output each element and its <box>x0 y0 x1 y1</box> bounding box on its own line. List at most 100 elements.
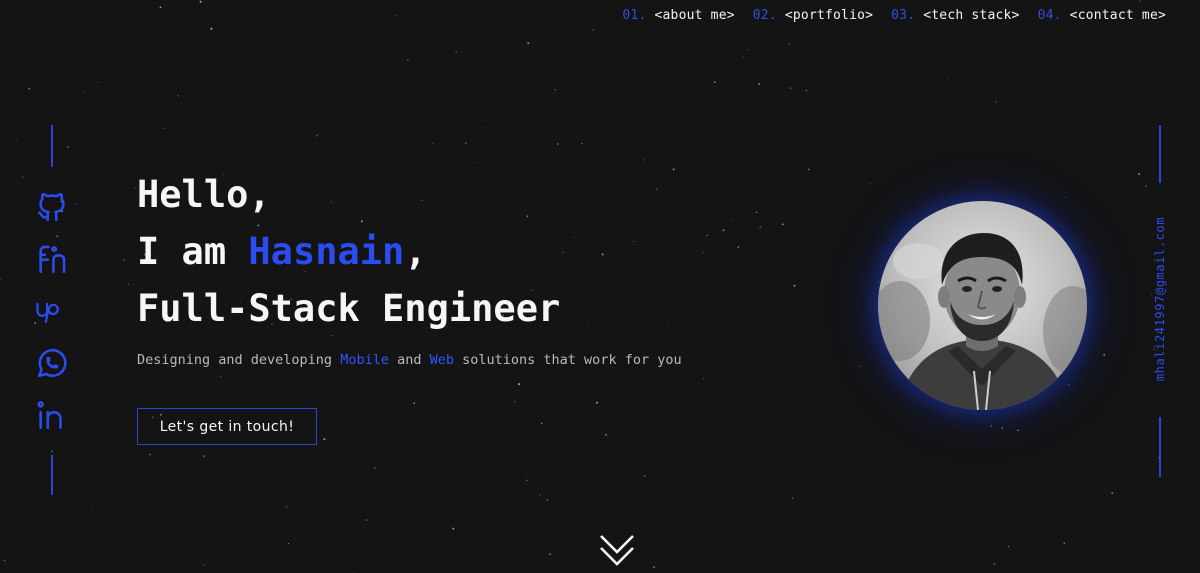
star <box>653 566 655 569</box>
star <box>541 422 543 425</box>
star <box>1111 492 1114 494</box>
star <box>791 497 793 499</box>
star <box>22 176 24 179</box>
star <box>755 211 758 214</box>
star <box>592 29 594 31</box>
intro-prefix: I am <box>137 230 249 273</box>
star <box>1065 196 1067 198</box>
star <box>1017 429 1019 432</box>
star <box>431 143 433 145</box>
nav-item-portfolio[interactable]: 02. <portfolio> <box>753 8 873 23</box>
upwork-icon[interactable] <box>34 293 70 329</box>
star <box>527 42 530 45</box>
star <box>199 0 202 3</box>
star <box>365 519 368 521</box>
tagline-text: solutions that work for you <box>454 352 682 368</box>
divider-line <box>51 125 53 167</box>
star <box>374 467 376 469</box>
star <box>1139 0 1141 2</box>
hero-intro: I am Hasnain, <box>137 223 682 280</box>
star <box>122 258 125 261</box>
star <box>781 223 784 226</box>
star <box>517 383 521 386</box>
star <box>722 229 725 232</box>
star <box>554 88 557 91</box>
star <box>162 127 164 130</box>
nav-label: <portfolio> <box>784 8 874 23</box>
star <box>476 162 478 164</box>
star <box>702 377 705 380</box>
star <box>784 3 786 5</box>
email-sidebar: mhali241997@gmail.com <box>1148 125 1172 477</box>
nav-item-about[interactable]: 01. <about me> <box>622 8 734 23</box>
star <box>525 479 528 482</box>
star <box>539 494 541 496</box>
star <box>203 564 206 566</box>
star <box>748 48 750 51</box>
star <box>1001 427 1004 429</box>
intro-suffix: , <box>404 230 427 273</box>
star <box>1103 353 1106 356</box>
star <box>1161 511 1163 513</box>
github-icon[interactable] <box>34 189 70 225</box>
star <box>3 559 6 562</box>
tagline-text: and <box>388 352 430 368</box>
nav-number: 02. <box>752 8 777 23</box>
social-links <box>30 125 74 495</box>
star <box>97 81 99 83</box>
star <box>1007 545 1010 548</box>
nav-number: 04. <box>1037 8 1062 23</box>
divider-line <box>1159 125 1161 183</box>
star <box>315 134 318 137</box>
star <box>413 402 416 404</box>
linkedin-icon[interactable] <box>34 397 70 433</box>
star <box>159 6 162 9</box>
avatar <box>878 201 1087 410</box>
star <box>220 376 222 378</box>
nav-label: <tech stack> <box>923 8 1020 23</box>
star <box>643 159 645 161</box>
star <box>759 226 762 229</box>
nav-label: <about me> <box>654 8 735 23</box>
star <box>990 425 993 427</box>
star <box>352 571 354 573</box>
star <box>127 283 130 286</box>
star <box>643 475 646 477</box>
star <box>28 87 31 90</box>
star <box>15 140 17 142</box>
star <box>1068 384 1070 386</box>
star <box>149 453 152 456</box>
hero-section: Hello, I am Hasnain, Full-Stack Engineer… <box>137 166 682 368</box>
star <box>596 401 599 404</box>
divider-line <box>1159 417 1161 477</box>
fiverr-icon[interactable] <box>34 241 70 277</box>
star <box>805 89 808 92</box>
hero-tagline: Designing and developing Mobile and Web … <box>137 352 682 368</box>
star <box>993 563 996 566</box>
double-chevron-down-icon[interactable] <box>598 532 636 568</box>
nav-item-contact[interactable]: 04. <contact me> <box>1038 8 1166 23</box>
nav-number: 01. <box>622 8 647 23</box>
star <box>0 278 1 280</box>
star <box>210 27 213 30</box>
star <box>92 504 94 506</box>
star <box>878 281 880 283</box>
hero-name: Hasnain <box>248 230 405 273</box>
star <box>485 127 487 129</box>
star <box>1145 185 1147 187</box>
star <box>465 142 467 144</box>
star <box>793 284 796 287</box>
nav-item-tech-stack[interactable]: 03. <tech stack> <box>891 8 1019 23</box>
star <box>407 59 409 61</box>
star <box>76 203 78 205</box>
star <box>758 82 761 85</box>
star <box>807 168 810 171</box>
star <box>201 20 203 22</box>
star <box>323 438 326 441</box>
nav-label: <contact me> <box>1069 8 1166 23</box>
star <box>84 92 86 93</box>
email-link[interactable]: mhali241997@gmail.com <box>1153 217 1167 381</box>
whatsapp-icon[interactable] <box>34 345 70 381</box>
top-navigation: 01. <about me> 02. <portfolio> 03. <tech… <box>622 8 1166 23</box>
get-in-touch-button[interactable]: Let's get in touch! <box>137 408 317 445</box>
